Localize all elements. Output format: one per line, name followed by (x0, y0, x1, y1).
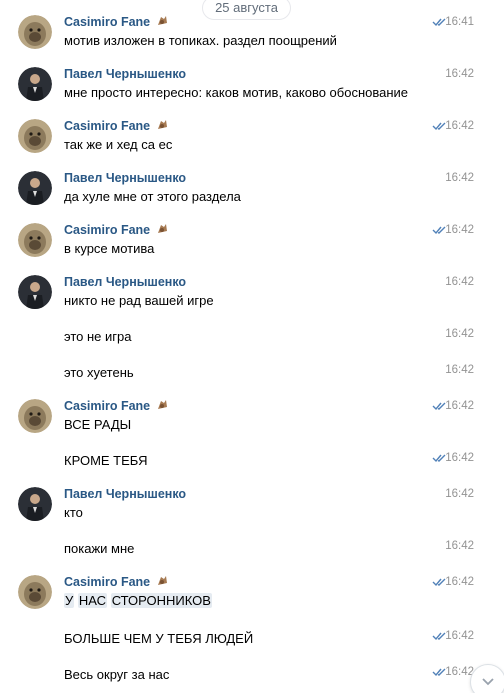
avatar-pavel[interactable] (18, 275, 52, 309)
avatar-casimiro[interactable] (18, 399, 52, 433)
message-time[interactable]: 16:42 (445, 274, 474, 290)
message-text: покажи мне (64, 541, 135, 556)
author-name[interactable]: Casimiro Fane (64, 14, 169, 30)
message-time[interactable]: 16:42 (445, 486, 474, 502)
avatar-casimiro[interactable] (18, 575, 52, 609)
message-text: да хуле мне от этого раздела (64, 189, 241, 204)
avatar-casimiro[interactable] (18, 119, 52, 153)
double-check-icon (432, 453, 446, 463)
message-text: ВСЕ РАДЫ (64, 417, 132, 432)
highlighted-word: У (64, 593, 75, 608)
message-time[interactable]: 16:42 (445, 222, 474, 238)
author-name[interactable]: Павел Чернышенко (64, 66, 186, 82)
author-name[interactable]: Павел Чернышенко (64, 274, 186, 290)
author-name[interactable]: Casimiro Fane (64, 574, 169, 590)
double-check-icon (432, 631, 446, 641)
sticker-badge-icon (155, 118, 169, 132)
avatar-casimiro[interactable] (18, 15, 52, 49)
sticker-badge-icon (155, 398, 169, 412)
message-time[interactable]: 16:42 (445, 538, 474, 554)
scroll-down-button[interactable] (470, 664, 504, 693)
message-time[interactable]: 16:42 (445, 66, 474, 82)
date-separator: 25 августа (202, 0, 291, 20)
double-check-icon (432, 401, 446, 411)
message-text: кто (64, 505, 83, 520)
double-check-icon (432, 121, 446, 131)
chat-history[interactable]: 25 августа Casimiro Fane мотив изложен в… (0, 0, 504, 693)
message-text: Весь округ за нас (64, 667, 170, 682)
message-text: КРОМЕ ТЕБЯ (64, 453, 148, 468)
message-time[interactable]: 16:42 (445, 170, 474, 186)
author-name[interactable]: Casimiro Fane (64, 398, 169, 414)
author-name[interactable]: Павел Чернышенко (64, 486, 186, 502)
message-text: мне просто интересно: каков мотив, каков… (64, 85, 409, 100)
message-text: мотив изложен в топиках. раздел поощрени… (64, 33, 337, 48)
author-name[interactable]: Casimiro Fane (64, 118, 169, 134)
message-time[interactable]: 16:42 (445, 118, 474, 134)
message-time[interactable]: 16:42 (445, 450, 474, 466)
author-name[interactable]: Casimiro Fane (64, 222, 169, 238)
highlighted-word: НАС (77, 593, 108, 608)
avatar-pavel[interactable] (18, 487, 52, 521)
message-text: никто не рад вашей игре (64, 293, 214, 308)
double-check-icon (432, 225, 446, 235)
message-text: У НАС СТОРОННИКОВ (64, 592, 212, 609)
avatar-casimiro[interactable] (18, 223, 52, 257)
highlighted-word: СТОРОННИКОВ (110, 593, 212, 608)
message-time[interactable]: 16:42 (445, 628, 474, 644)
message-text: это не игра (64, 329, 132, 344)
sticker-badge-icon (155, 14, 169, 28)
avatar-pavel[interactable] (18, 67, 52, 101)
sticker-badge-icon (155, 574, 169, 588)
double-check-icon (432, 667, 446, 677)
author-name[interactable]: Павел Чернышенко (64, 170, 186, 186)
message-text: так же и хед са ес (64, 137, 173, 152)
double-check-icon (432, 577, 446, 587)
message-time[interactable]: 16:42 (445, 362, 474, 378)
message-time[interactable]: 16:41 (445, 14, 474, 30)
chevron-down-icon (482, 678, 494, 686)
message-time[interactable]: 16:42 (445, 574, 474, 590)
message-text: в курсе мотива (64, 241, 155, 256)
double-check-icon (432, 17, 446, 27)
message-text: БОЛЬШЕ ЧЕМ У ТЕБЯ ЛЮДЕЙ (64, 631, 254, 646)
message-text: это хуетень (64, 365, 134, 380)
message-time[interactable]: 16:42 (445, 326, 474, 342)
sticker-badge-icon (155, 222, 169, 236)
message-time[interactable]: 16:42 (445, 398, 474, 414)
avatar-pavel[interactable] (18, 171, 52, 205)
